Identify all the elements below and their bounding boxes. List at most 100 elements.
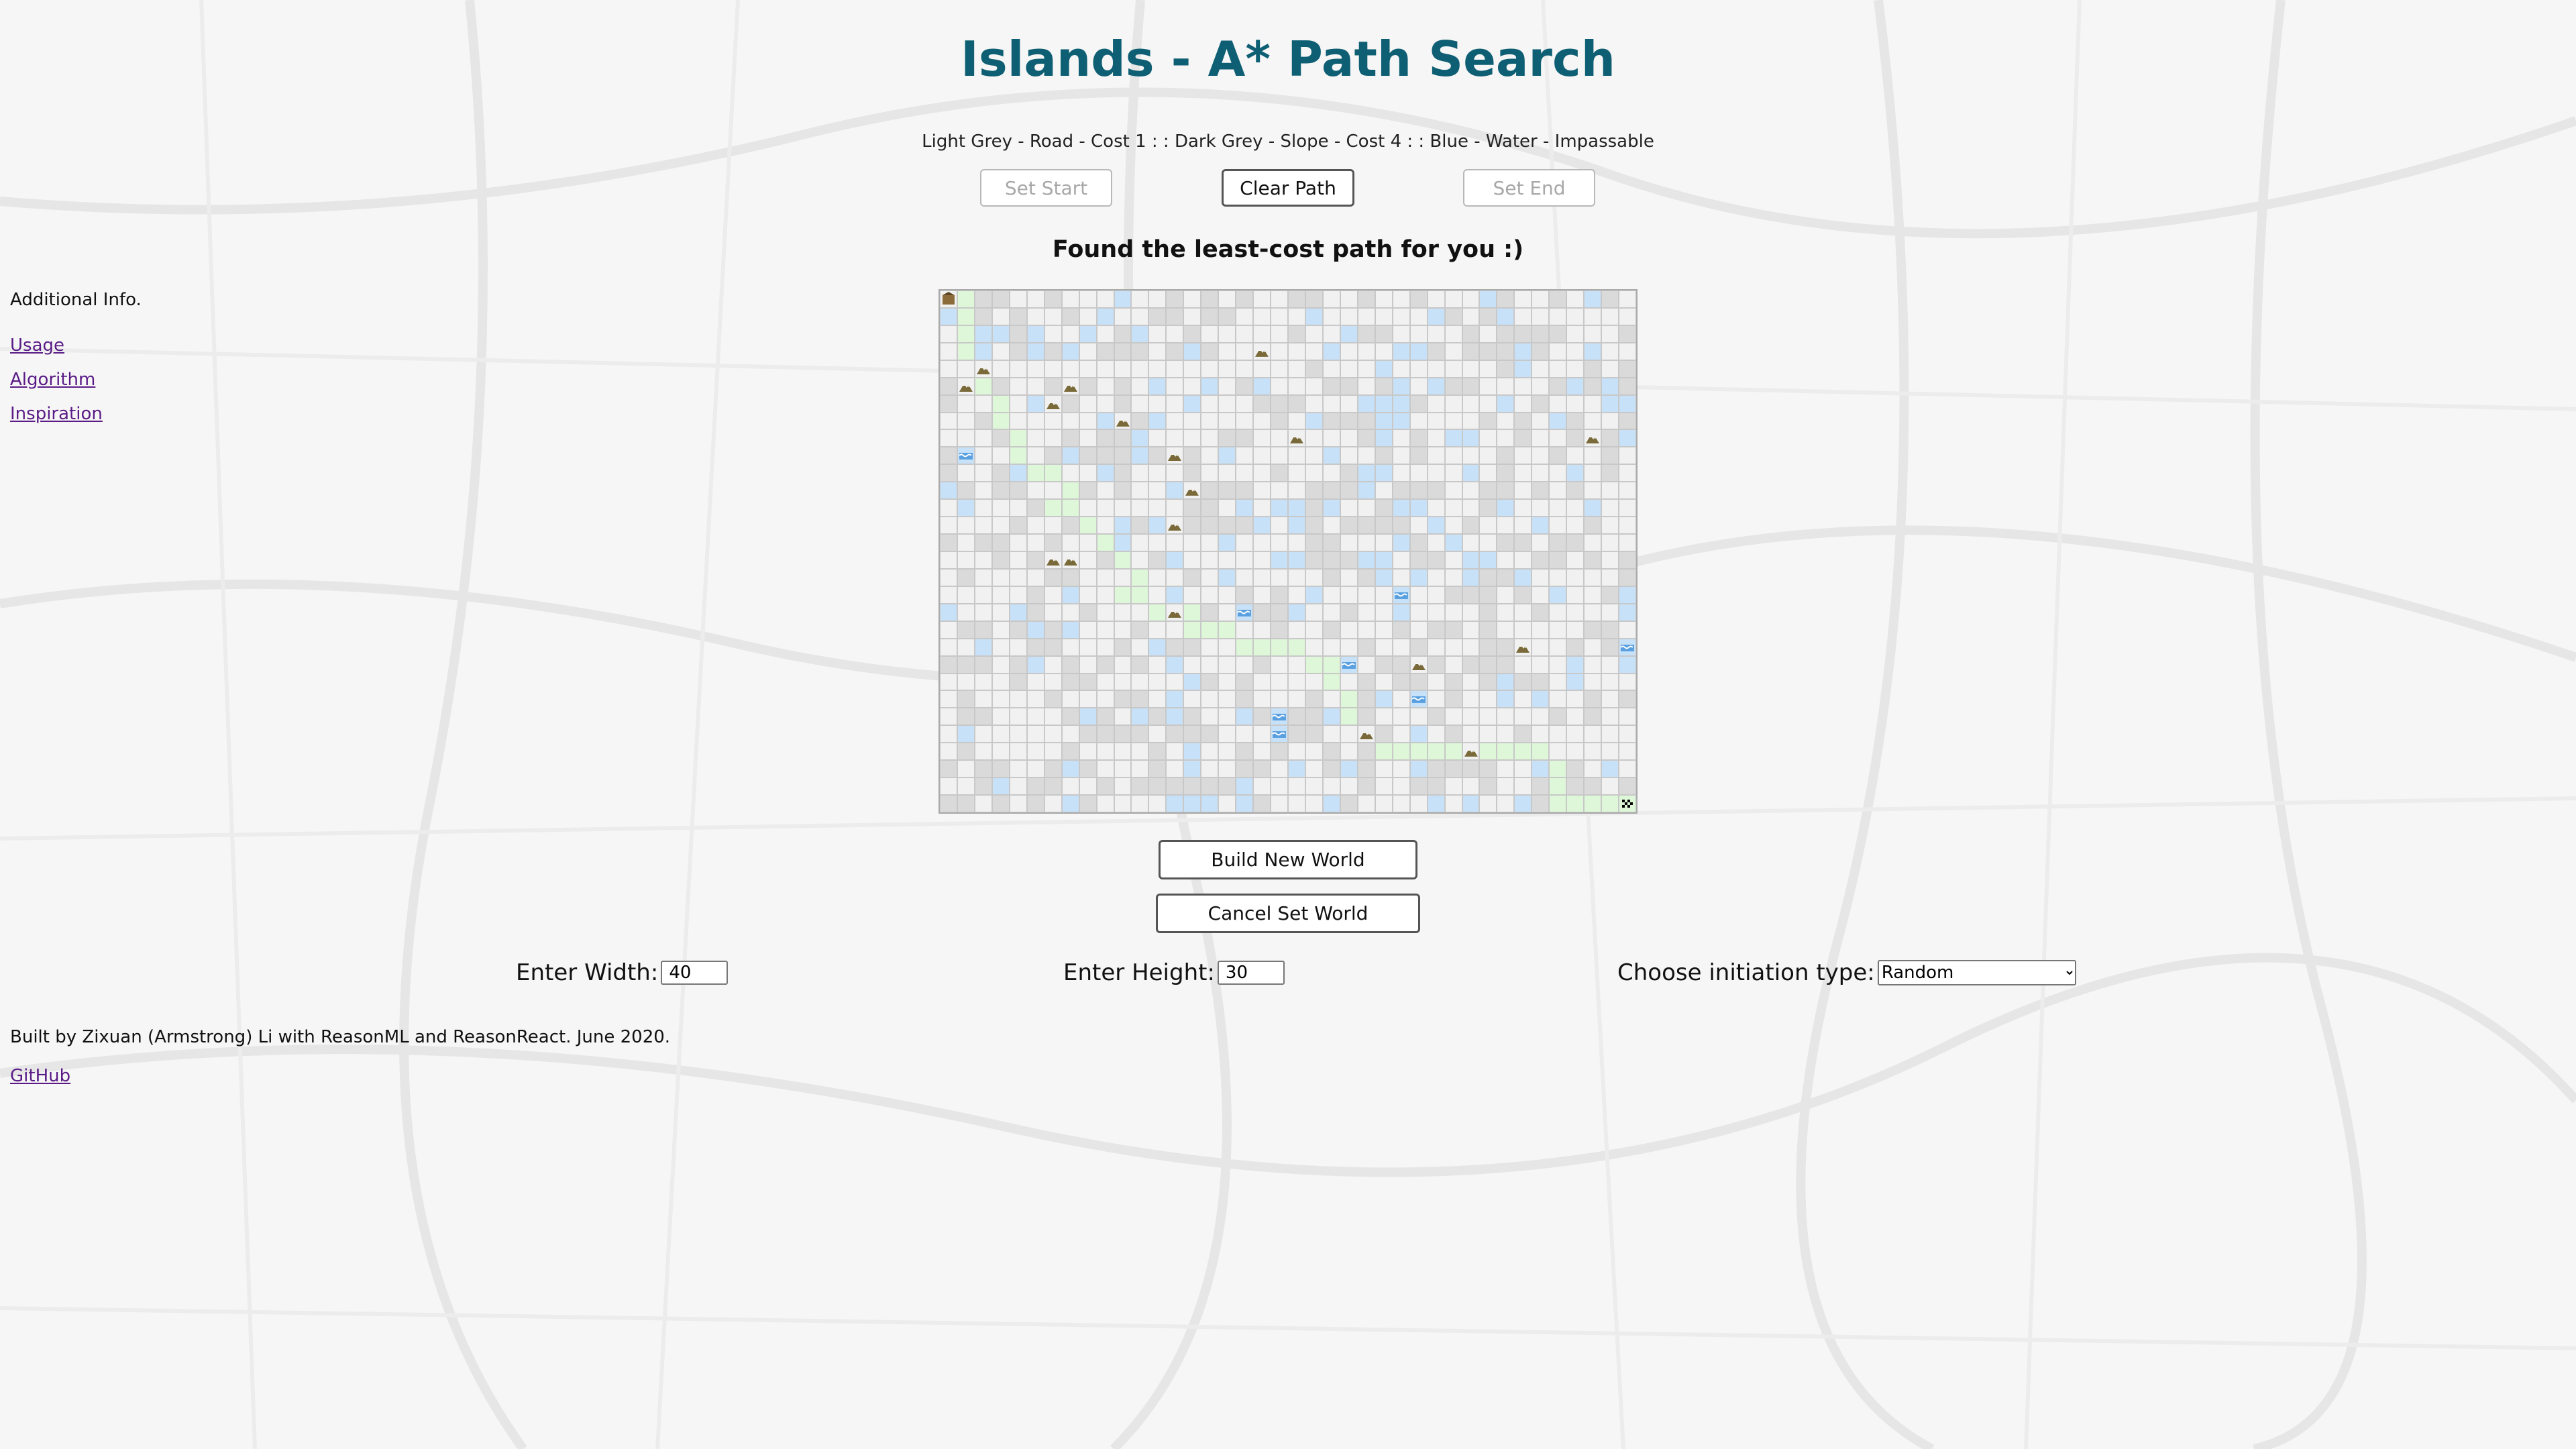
grid-cell[interactable] [1479, 325, 1497, 343]
grid-cell[interactable] [957, 464, 975, 482]
grid-cell[interactable] [1166, 482, 1184, 500]
grid-cell[interactable] [1148, 673, 1167, 691]
grid-cell[interactable] [1131, 760, 1149, 778]
grid-cell[interactable] [1532, 638, 1550, 656]
grid-cell[interactable] [1044, 795, 1062, 812]
grid-cell[interactable] [1044, 307, 1062, 325]
grid-cell[interactable] [1288, 638, 1305, 656]
grid-cell[interactable] [1271, 673, 1288, 691]
grid-cell[interactable] [1409, 708, 1428, 726]
grid-cell[interactable] [1619, 777, 1636, 796]
grid-cell[interactable] [1340, 517, 1358, 535]
grid-cell[interactable] [1479, 412, 1497, 430]
grid-cell[interactable] [1026, 655, 1044, 674]
grid-cell[interactable] [1601, 760, 1619, 778]
grid-cell[interactable] [1549, 534, 1567, 551]
grid-cell[interactable] [1236, 551, 1254, 569]
grid-cell[interactable] [1601, 464, 1619, 482]
grid-cell[interactable] [1271, 638, 1288, 656]
grid-cell[interactable] [1357, 499, 1375, 517]
grid-cell[interactable] [1357, 621, 1375, 639]
grid-cell[interactable] [1148, 586, 1167, 604]
grid-cell[interactable] [1183, 499, 1201, 517]
grid-cell[interactable] [1566, 708, 1585, 726]
grid-cell[interactable] [1236, 725, 1254, 743]
grid-cell[interactable] [1549, 394, 1567, 413]
grid-cell[interactable] [957, 551, 975, 569]
grid-cell[interactable] [1566, 499, 1585, 517]
github-link[interactable]: GitHub [10, 1066, 670, 1086]
grid-cell[interactable] [1079, 517, 1097, 535]
grid-cell[interactable] [1584, 638, 1602, 656]
grid-cell[interactable] [1183, 551, 1201, 569]
grid-cell[interactable] [991, 795, 1010, 812]
grid-cell[interactable] [1236, 586, 1254, 604]
grid-cell[interactable] [1601, 673, 1619, 691]
grid-cell[interactable] [974, 795, 992, 812]
grid-cell[interactable] [1166, 586, 1184, 604]
grid-cell[interactable] [1096, 429, 1114, 447]
grid-cell[interactable] [1549, 690, 1567, 708]
grid-cell[interactable] [1166, 655, 1184, 674]
grid-cell[interactable] [974, 690, 992, 708]
grid-cell[interactable] [1131, 499, 1149, 517]
grid-cell[interactable] [1096, 447, 1114, 465]
grid-cell[interactable] [1253, 482, 1271, 500]
grid-cell[interactable] [957, 638, 975, 656]
grid-cell[interactable] [1026, 307, 1044, 325]
grid-cell[interactable] [1288, 412, 1305, 430]
grid-cell[interactable] [1427, 499, 1445, 517]
grid-cell[interactable] [1462, 551, 1480, 569]
grid-cell[interactable] [940, 464, 957, 482]
grid-cell[interactable] [1375, 760, 1393, 778]
grid-cell[interactable] [1148, 447, 1167, 465]
grid-cell[interactable] [1079, 760, 1097, 778]
grid-cell[interactable] [1148, 551, 1167, 569]
grid-cell[interactable] [1201, 290, 1219, 308]
grid-cell[interactable] [1584, 725, 1602, 743]
grid-cell[interactable] [940, 360, 957, 378]
grid-cell[interactable] [1444, 307, 1462, 325]
grid-cell[interactable] [940, 795, 957, 812]
grid-cell[interactable] [1096, 412, 1114, 430]
grid-cell[interactable] [1305, 586, 1323, 604]
grid-cell[interactable] [1444, 464, 1462, 482]
grid-cell[interactable] [1514, 290, 1532, 308]
grid-cell[interactable] [1532, 655, 1550, 674]
grid-cell[interactable] [1305, 655, 1323, 674]
grid-cell[interactable] [1271, 307, 1288, 325]
grid-cell[interactable] [1288, 743, 1305, 761]
grid-cell[interactable] [1079, 412, 1097, 430]
grid-cell[interactable] [957, 586, 975, 604]
grid-cell[interactable] [1462, 447, 1480, 465]
grid-cell[interactable] [1462, 725, 1480, 743]
grid-cell[interactable] [1601, 429, 1619, 447]
grid-cell[interactable] [1375, 673, 1393, 691]
grid-cell[interactable] [1131, 621, 1149, 639]
grid-cell[interactable] [1340, 464, 1358, 482]
grid-cell[interactable] [1514, 307, 1532, 325]
grid-cell[interactable] [1044, 638, 1062, 656]
grid-cell[interactable] [1009, 325, 1027, 343]
grid-cell[interactable] [1271, 690, 1288, 708]
grid-cell[interactable] [1514, 603, 1532, 621]
grid-cell[interactable] [1375, 394, 1393, 413]
grid-cell[interactable] [1532, 760, 1550, 778]
set-end-button[interactable]: Set End [1463, 169, 1595, 207]
grid-cell[interactable] [1619, 708, 1636, 726]
grid-cell[interactable] [1409, 725, 1428, 743]
grid-cell[interactable] [1514, 499, 1532, 517]
grid-cell[interactable] [1166, 290, 1184, 308]
grid-cell[interactable] [1183, 725, 1201, 743]
grid-cell[interactable] [991, 655, 1010, 674]
grid-cell[interactable] [991, 360, 1010, 378]
grid-cell[interactable] [1026, 673, 1044, 691]
grid-cell[interactable] [1409, 795, 1428, 812]
grid-cell[interactable] [1114, 568, 1132, 586]
grid-cell[interactable] [1392, 307, 1410, 325]
grid-cell[interactable] [1201, 743, 1219, 761]
grid-cell[interactable] [1166, 360, 1184, 378]
grid-cell[interactable] [1322, 760, 1340, 778]
height-input[interactable] [1217, 961, 1285, 985]
grid-cell[interactable] [1044, 568, 1062, 586]
